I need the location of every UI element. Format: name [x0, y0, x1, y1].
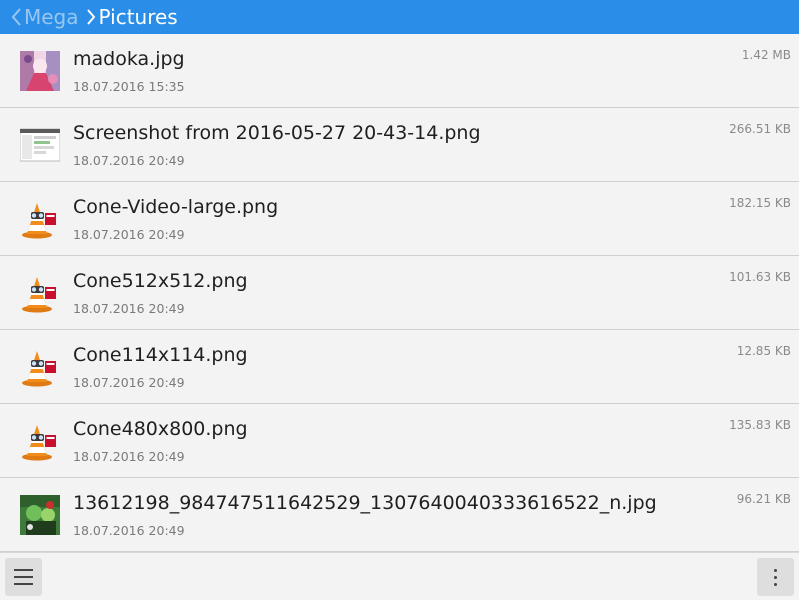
menu-line — [14, 569, 33, 571]
file-date: 18.07.2016 20:49 — [73, 301, 185, 316]
file-date: 18.07.2016 15:35 — [73, 79, 185, 94]
file-name: Cone512x512.png — [73, 270, 248, 292]
chevron-left-icon — [8, 0, 24, 34]
file-size: 1.42 MB — [741, 48, 791, 62]
file-size: 96.21 KB — [736, 492, 791, 506]
file-name: 13612198_984747511642529_130764004033361… — [73, 492, 657, 514]
file-row[interactable]: 13612198_984747511642529_130764004033361… — [0, 478, 799, 552]
file-row[interactable]: Cone480x800.png 18.07.2016 20:49 135.83 … — [0, 404, 799, 478]
vlc-cone-thumbnail-icon — [20, 273, 60, 313]
file-row[interactable]: Cone114x114.png 18.07.2016 20:49 12.85 K… — [0, 330, 799, 404]
header-bar: Mega Pictures — [0, 0, 799, 34]
dot — [774, 575, 777, 579]
menu-line — [14, 583, 33, 585]
file-date: 18.07.2016 20:49 — [73, 375, 185, 390]
breadcrumb-pictures[interactable]: Pictures — [83, 0, 178, 34]
menu-line — [14, 576, 33, 578]
file-size: 182.15 KB — [729, 196, 791, 210]
file-date: 18.07.2016 20:49 — [73, 523, 185, 538]
file-list[interactable]: madoka.jpg 18.07.2016 15:35 1.42 MB Scre… — [0, 34, 799, 552]
hamburger-menu-icon[interactable] — [5, 558, 42, 596]
file-size: 135.83 KB — [729, 418, 791, 432]
file-size: 101.63 KB — [729, 270, 791, 284]
dot — [774, 582, 777, 586]
file-name: madoka.jpg — [73, 48, 185, 70]
file-name: Screenshot from 2016-05-27 20-43-14.png — [73, 122, 481, 144]
dot — [774, 568, 777, 572]
green-photo-thumbnail-icon — [20, 495, 60, 535]
file-row[interactable]: Cone-Video-large.png 18.07.2016 20:49 18… — [0, 182, 799, 256]
breadcrumb-mega-label: Mega — [24, 5, 79, 29]
file-date: 18.07.2016 20:49 — [73, 153, 185, 168]
vertical-dots-icon[interactable] — [757, 558, 794, 596]
file-name: Cone114x114.png — [73, 344, 248, 366]
screenshot-thumbnail-icon — [19, 125, 61, 165]
breadcrumb-pictures-label: Pictures — [98, 5, 178, 29]
bottom-toolbar — [0, 552, 799, 600]
file-row[interactable]: Cone512x512.png 18.07.2016 20:49 101.63 … — [0, 256, 799, 330]
file-name: Cone480x800.png — [73, 418, 248, 440]
file-date: 18.07.2016 20:49 — [73, 227, 185, 242]
file-date: 18.07.2016 20:49 — [73, 449, 185, 464]
file-row[interactable]: madoka.jpg 18.07.2016 15:35 1.42 MB — [0, 34, 799, 108]
vlc-cone-thumbnail-icon — [20, 199, 60, 239]
file-size: 266.51 KB — [729, 122, 791, 136]
breadcrumb-mega[interactable]: Mega — [8, 0, 79, 34]
vlc-cone-thumbnail-icon — [20, 347, 60, 387]
file-row[interactable]: Screenshot from 2016-05-27 20-43-14.png … — [0, 108, 799, 182]
anime-photo-thumbnail-icon — [20, 51, 60, 91]
file-size: 12.85 KB — [736, 344, 791, 358]
file-name: Cone-Video-large.png — [73, 196, 279, 218]
vlc-cone-thumbnail-icon — [20, 421, 60, 461]
chevron-right-icon — [83, 0, 99, 34]
